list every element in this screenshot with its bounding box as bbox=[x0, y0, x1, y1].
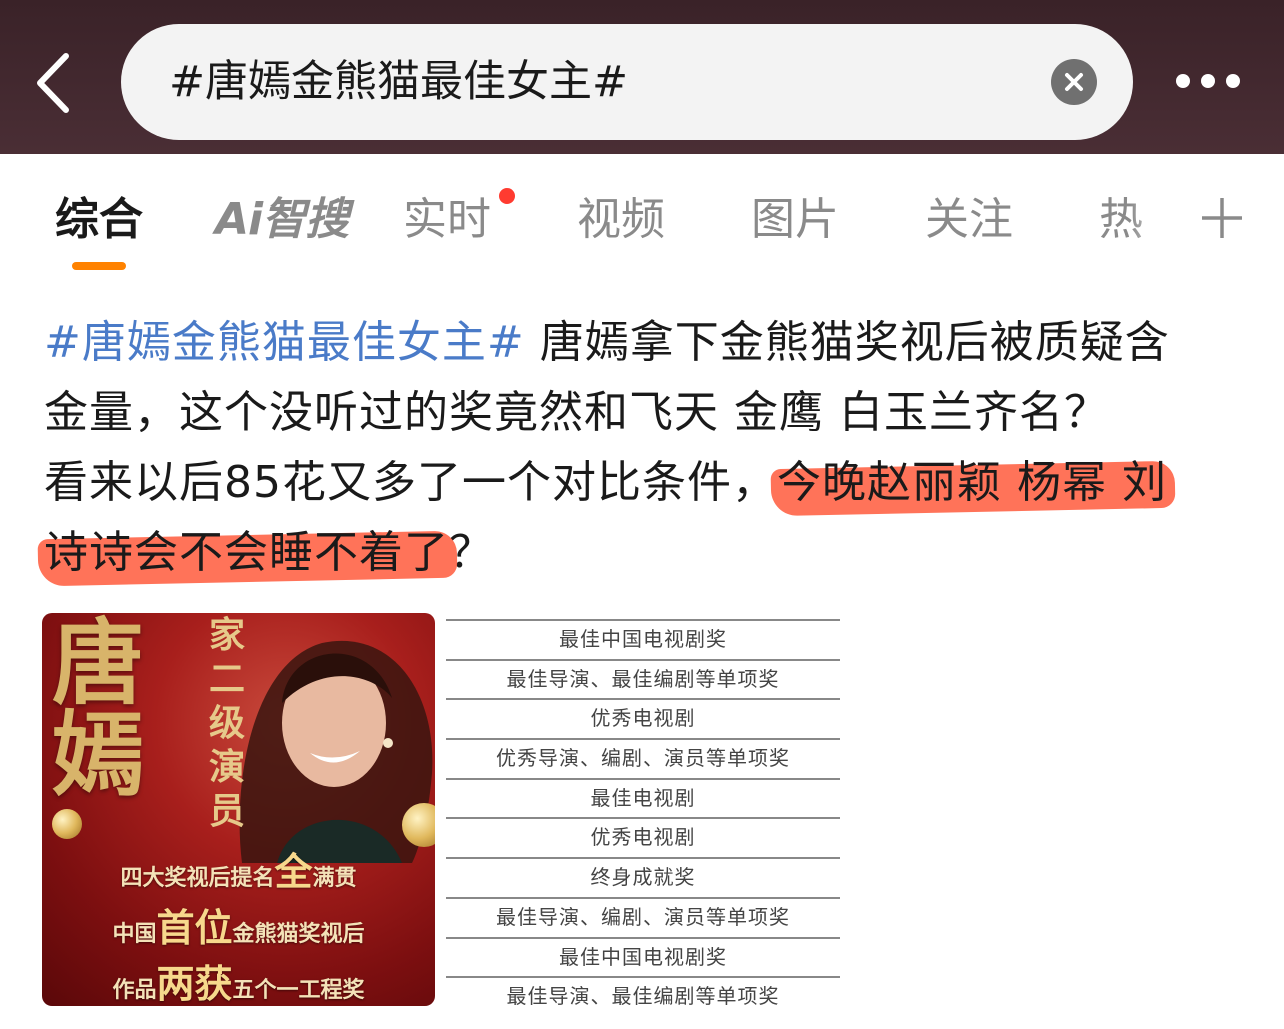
highlighted-text: 诗诗会不会睡不着了 bbox=[44, 527, 449, 578]
post-line-2: 金量，这个没听过的奖竟然和飞天 金鹰 白玉兰齐名？ bbox=[44, 387, 1109, 438]
post-line-3: 看来以后85花又多了一个对比条件，今晚赵丽颖 杨幂 刘 bbox=[44, 448, 1254, 518]
poster-text-emphasis: 两获 bbox=[156, 961, 233, 1006]
poster-vertical-char: 员 bbox=[208, 790, 245, 832]
more-dots-icon bbox=[1201, 74, 1215, 88]
clear-search-button[interactable] bbox=[1051, 59, 1097, 105]
search-input[interactable]: #唐嫣金熊猫最佳女主# bbox=[121, 24, 1133, 140]
poster-text: 满贯 bbox=[312, 865, 357, 891]
search-query-text: #唐嫣金熊猫最佳女主# bbox=[169, 57, 629, 107]
tab-comprehensive[interactable]: 综合 bbox=[55, 192, 143, 248]
close-icon bbox=[1065, 73, 1083, 91]
poster-name-char: 嫣 bbox=[52, 701, 145, 809]
award-row: 优秀导演、编剧、演员等单项奖 bbox=[446, 738, 840, 778]
post-text-segment: 唐嫣拿下金熊猫奖视后被质疑含 bbox=[524, 317, 1170, 368]
active-tab-indicator bbox=[72, 262, 126, 270]
award-row: 最佳导演、最佳编剧等单项奖 bbox=[446, 976, 840, 1006]
poster-text: 金熊猫奖视后 bbox=[232, 921, 365, 947]
post-image-award-table[interactable]: 最佳中国电视剧奖 最佳导演、最佳编剧等单项奖 优秀电视剧 优秀导演、编剧、演员等… bbox=[446, 613, 840, 1006]
poster-text: 作品 bbox=[112, 977, 157, 1003]
chevron-left-icon bbox=[37, 53, 69, 113]
award-row: 最佳电视剧 bbox=[446, 777, 840, 818]
poster-name-char: 唐 bbox=[52, 613, 145, 717]
poster-vertical-char: 演 bbox=[208, 746, 245, 788]
poster-text-emphasis: 首位 bbox=[156, 905, 233, 950]
award-row: 最佳中国电视剧奖 bbox=[446, 619, 840, 659]
notification-dot bbox=[499, 188, 515, 204]
post-line-1: #唐嫣金熊猫最佳女主# 唐嫣拿下金熊猫奖视后被质疑含 bbox=[44, 308, 1254, 378]
poster-line-1: 四大奖视后提名全满贯 bbox=[42, 841, 435, 896]
more-dots-icon bbox=[1176, 74, 1190, 88]
award-row: 优秀电视剧 bbox=[446, 698, 840, 738]
poster-text: 五个一工程奖 bbox=[232, 977, 365, 1003]
search-header: #唐嫣金熊猫最佳女主# bbox=[0, 0, 1284, 154]
poster-vertical-char: 家 bbox=[208, 614, 245, 656]
search-tabs: 综合 Ai智搜 实时 视频 图片 关注 热 bbox=[0, 154, 1284, 284]
award-row: 优秀电视剧 bbox=[446, 817, 840, 857]
award-table: 最佳中国电视剧奖 最佳导演、最佳编剧等单项奖 优秀电视剧 优秀导演、编剧、演员等… bbox=[446, 613, 840, 1006]
poster-vertical-char: 级 bbox=[208, 702, 245, 744]
tab-fade bbox=[1130, 184, 1190, 254]
add-tab-button[interactable] bbox=[1200, 196, 1244, 240]
tab-realtime[interactable]: 实时 bbox=[403, 192, 491, 248]
poster-line-2: 中国首位金熊猫奖视后 bbox=[42, 897, 435, 952]
tab-following[interactable]: 关注 bbox=[925, 192, 1013, 248]
gold-ornament bbox=[52, 809, 82, 839]
highlighted-text: 今晚赵丽颖 杨幂 刘 bbox=[777, 457, 1167, 508]
poster-vertical-text: 家 二 级 演 员 bbox=[204, 613, 250, 833]
poster-text-emphasis: 全 bbox=[274, 849, 313, 894]
more-options-button[interactable] bbox=[1170, 66, 1250, 96]
post-line-4: 诗诗会不会睡不着了？ bbox=[44, 518, 1254, 588]
tab-ai-search[interactable]: Ai智搜 bbox=[215, 192, 349, 248]
award-row: 终身成就奖 bbox=[446, 857, 840, 897]
tab-video[interactable]: 视频 bbox=[577, 192, 665, 248]
poster-line-3: 作品两获五个一工程奖 bbox=[42, 953, 435, 1006]
poster-text: 中国 bbox=[112, 921, 157, 947]
poster-text: 四大奖视后提名 bbox=[120, 865, 275, 891]
poster-vertical-char: 二 bbox=[208, 658, 245, 700]
award-row: 最佳导演、编剧、演员等单项奖 bbox=[446, 896, 840, 937]
post-text-segment: 看来以后85花又多了一个对比条件， bbox=[44, 457, 777, 508]
award-row: 最佳导演、最佳编剧等单项奖 bbox=[446, 658, 840, 699]
tab-images[interactable]: 图片 bbox=[751, 192, 839, 248]
plus-icon bbox=[1202, 198, 1242, 238]
topic-link[interactable]: #唐嫣金熊猫最佳女主# bbox=[44, 317, 525, 368]
post-text: #唐嫣金熊猫最佳女主# 唐嫣拿下金熊猫奖视后被质疑含 金量，这个没听过的奖竟然和… bbox=[44, 308, 1254, 588]
award-row: 最佳中国电视剧奖 bbox=[446, 936, 840, 977]
more-dots-icon bbox=[1226, 74, 1240, 88]
post-image-poster[interactable]: 唐 嫣 家 二 级 演 员 四大奖视后提名全满贯 中国首位金熊猫奖视后 作品两获… bbox=[42, 613, 435, 1006]
back-button[interactable] bbox=[30, 48, 80, 118]
